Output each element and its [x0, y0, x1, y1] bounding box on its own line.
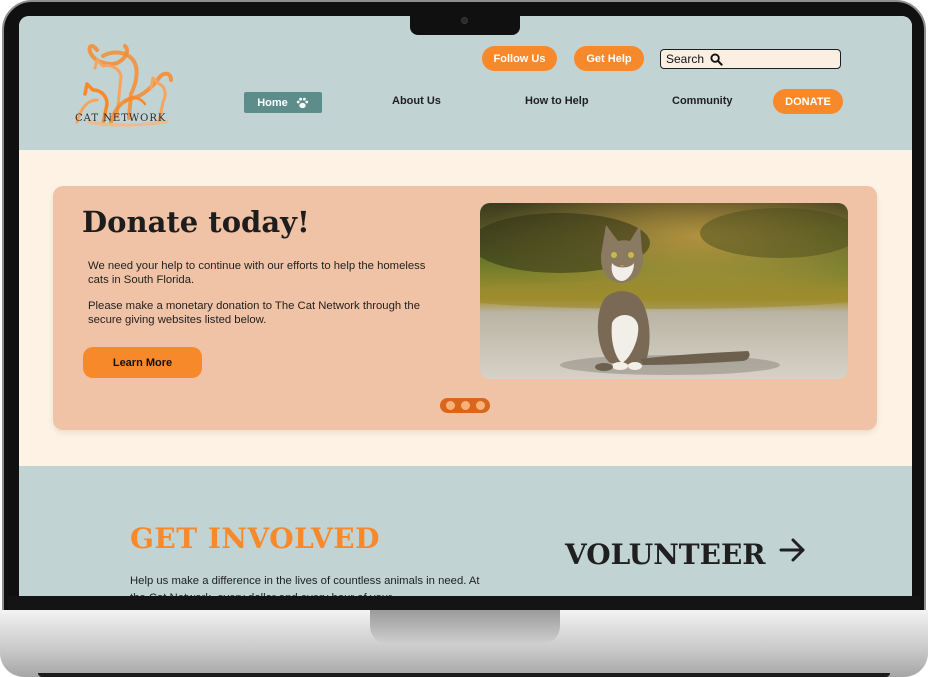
carousel-indicator	[440, 398, 490, 413]
nav-how-to-help[interactable]: How to Help	[525, 95, 589, 107]
camera-notch	[410, 14, 520, 35]
carousel-dot-1[interactable]	[445, 401, 455, 410]
webcam-icon	[461, 17, 468, 24]
search-box[interactable]	[660, 49, 841, 69]
volunteer-title[interactable]: VOLUNTEER	[565, 538, 766, 571]
paw-icon	[296, 97, 308, 108]
search-icon[interactable]	[710, 52, 723, 66]
hero-paragraph-1: We need your help to continue with our e…	[88, 260, 426, 286]
nav-about-us[interactable]: About Us	[392, 95, 441, 107]
trackpad-notch	[370, 610, 560, 644]
site-header: CAT NETWORK Follow Us Get Help Home Abou…	[19, 16, 912, 150]
get-involved-title: GET INVOLVED	[130, 522, 380, 555]
laptop-base	[0, 610, 928, 677]
carousel-dot-3[interactable]	[475, 401, 485, 410]
cat-photo-illustration	[480, 203, 848, 379]
nav-home-label: Home	[257, 96, 288, 109]
nav-home[interactable]: Home	[244, 92, 322, 113]
carousel-dot-2[interactable]	[460, 401, 470, 410]
search-input[interactable]	[666, 52, 710, 66]
hero-title: Donate today!	[82, 205, 310, 239]
donate-card: Donate today! We need your help to conti…	[53, 186, 877, 430]
get-help-button[interactable]: Get Help	[574, 46, 644, 71]
logo-wordmark: CAT NETWORK	[75, 113, 167, 124]
hero-section: Donate today! We need your help to conti…	[19, 150, 912, 466]
base-foot	[38, 673, 890, 677]
browser-screen: CAT NETWORK Follow Us Get Help Home Abou…	[19, 16, 912, 596]
learn-more-button[interactable]: Learn More	[83, 347, 202, 378]
get-involved-section: GET INVOLVED Help us make a difference i…	[19, 466, 912, 596]
hero-paragraph-2: Please make a monetary donation to The C…	[88, 300, 420, 326]
cat-photo	[480, 203, 848, 379]
arrow-right-icon[interactable]	[779, 537, 807, 563]
nav-community[interactable]: Community	[672, 95, 733, 107]
donate-button[interactable]: DONATE	[773, 89, 843, 114]
follow-us-button[interactable]: Follow Us	[482, 46, 557, 71]
get-involved-text: Help us make a difference in the lives o…	[130, 575, 480, 596]
